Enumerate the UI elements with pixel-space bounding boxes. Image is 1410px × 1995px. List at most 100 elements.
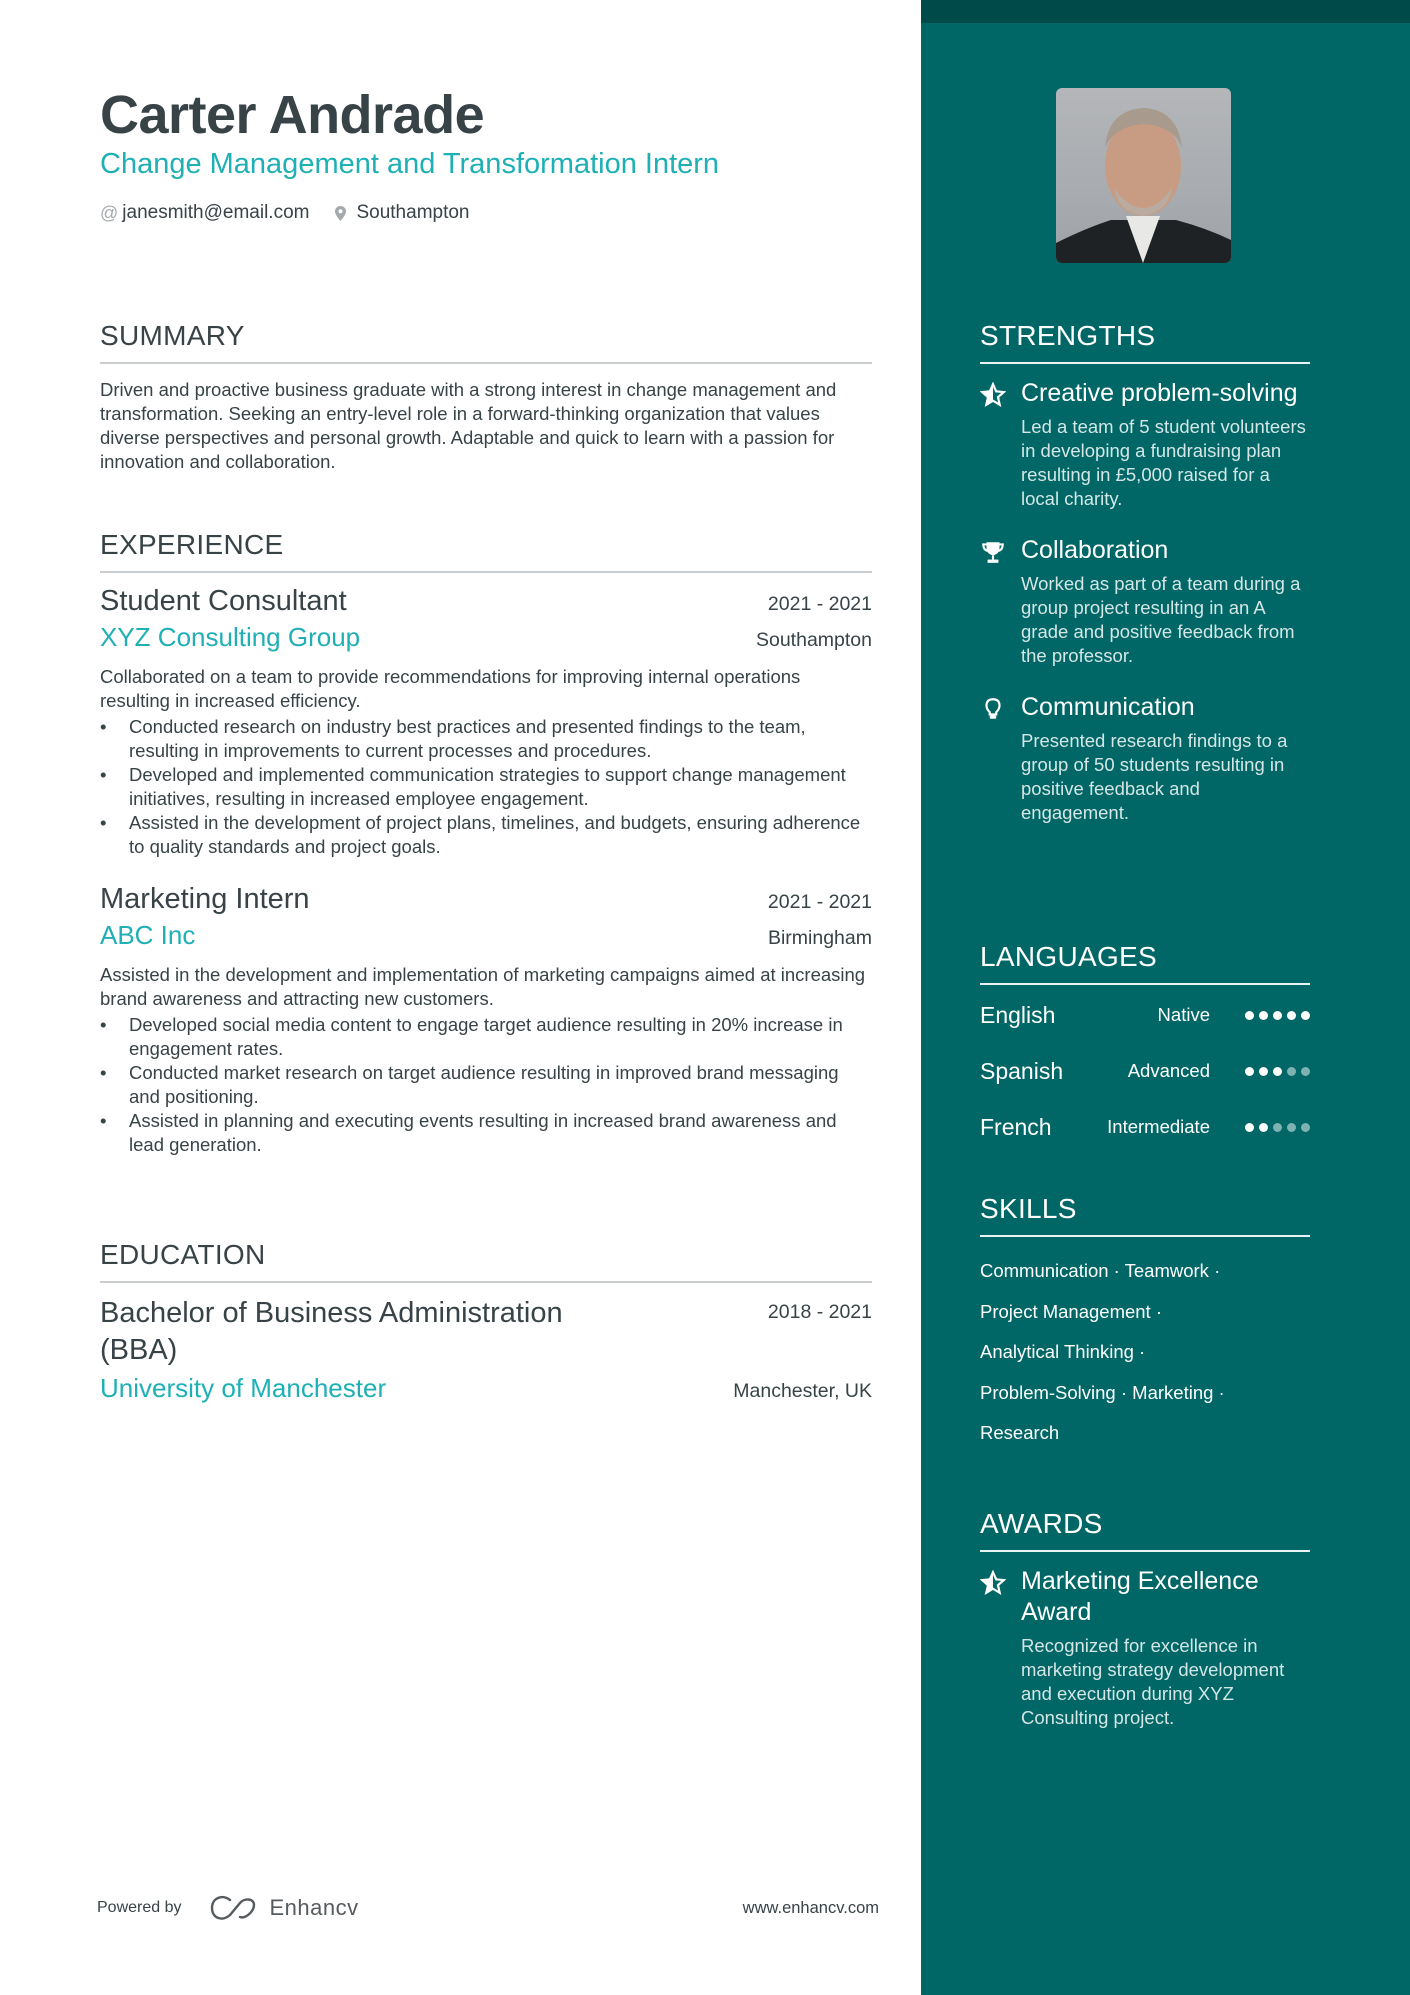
contact-info: @ janesmith@email.com Southampton xyxy=(100,202,492,224)
rating-dot-filled xyxy=(1245,1066,1254,1076)
skill-line: Research xyxy=(980,1422,1060,1443)
languages-list: English Native Spanish Advanced French I… xyxy=(980,987,1310,1155)
job-company: XYZ Consulting Group xyxy=(100,622,361,652)
footer: Powered by Enhancv www.enhancv.com xyxy=(97,1895,879,1921)
skill-line: Analytical Thinking · xyxy=(980,1341,1146,1362)
languages-heading: LANGUAGES xyxy=(980,941,1310,985)
sidebar-top-band xyxy=(921,0,1410,23)
rating-dot-filled xyxy=(1273,1066,1282,1076)
job-bullet: Assisted in planning and executing event… xyxy=(100,1109,872,1157)
strength-description: Led a team of 5 student volunteers in de… xyxy=(1021,416,1306,509)
skills-list: Communication · Teamwork · Project Manag… xyxy=(980,1251,1310,1454)
education-heading: EDUCATION xyxy=(100,1239,872,1283)
job-bullet: Developed and implemented communication … xyxy=(100,763,872,811)
language-item: Spanish Advanced xyxy=(980,1043,1310,1099)
job-company: ABC Inc xyxy=(100,920,196,950)
language-rating xyxy=(1240,1010,1310,1020)
trophy-icon xyxy=(982,542,1004,563)
awards-heading: AWARDS xyxy=(980,1508,1310,1552)
rating-dot-filled xyxy=(1245,1122,1254,1132)
degree: Bachelor of Business Administration (BBA… xyxy=(100,1297,563,1366)
skill-line: Problem-Solving · Marketing · xyxy=(980,1381,1225,1403)
rating-dot-filled xyxy=(1259,1122,1268,1132)
footer-url[interactable]: www.enhancv.com xyxy=(743,1899,879,1918)
profile-photo xyxy=(1056,88,1231,263)
summary-section: SUMMARY Driven and proactive business gr… xyxy=(100,320,872,474)
strength-item: Communication Presented research finding… xyxy=(980,692,1310,825)
job-entry: Student Consultant 2021 - 2021 XYZ Consu… xyxy=(100,585,872,859)
experience-heading: EXPERIENCE xyxy=(100,529,872,573)
candidate-title: Change Management and Transformation Int… xyxy=(100,148,720,180)
summary-heading: SUMMARY xyxy=(100,320,872,364)
job-title: Marketing Intern xyxy=(100,883,310,915)
education-dates: 2018 - 2021 xyxy=(767,1301,872,1323)
awards-section: AWARDS Marketing Excellence Award Recogn… xyxy=(980,1508,1310,1730)
resume-sidebar: STRENGTHS Creative problem-solving Led a… xyxy=(921,0,1410,1995)
skills-heading: SKILLS xyxy=(980,1193,1310,1237)
job-location: Southampton xyxy=(755,629,872,651)
language-rating xyxy=(1240,1122,1310,1132)
strength-title: Creative problem-solving xyxy=(1021,379,1298,407)
job-bullets: Conducted research on industry best prac… xyxy=(100,715,872,859)
job-dates: 2021 - 2021 xyxy=(767,593,872,615)
at-icon: @ xyxy=(100,202,119,223)
avatar-image xyxy=(1056,108,1231,263)
language-name: English xyxy=(980,1001,1056,1028)
job-bullet: Developed social media content to engage… xyxy=(100,1013,872,1061)
skill-line: Project Management · xyxy=(980,1300,1163,1322)
strength-item: Creative problem-solving Led a team of 5… xyxy=(980,378,1310,511)
strengths-section: STRENGTHS Creative problem-solving Led a… xyxy=(980,320,1310,825)
email-text: janesmith@email.com xyxy=(122,202,310,223)
job-dates: 2021 - 2021 xyxy=(767,891,872,913)
rating-dot-filled xyxy=(1287,1010,1296,1020)
strength-title: Communication xyxy=(1021,693,1195,721)
enhancv-logo[interactable]: Enhancv xyxy=(210,1895,359,1921)
resume-main-column: Carter Andrade Change Management and Tra… xyxy=(0,0,921,1995)
language-level: Intermediate xyxy=(1107,1116,1210,1137)
job-bullet: Conducted market research on target audi… xyxy=(100,1061,872,1109)
candidate-name: Carter Andrade xyxy=(100,85,485,145)
job-bullet: Assisted in the development of project p… xyxy=(100,811,872,859)
contact-email[interactable]: @ janesmith@email.com xyxy=(100,202,309,224)
experience-section: EXPERIENCE Student Consultant 2021 - 202… xyxy=(100,529,872,1157)
language-level: Advanced xyxy=(1127,1060,1210,1081)
language-level: Native xyxy=(1157,1004,1210,1025)
job-bullet: Conducted research on industry best prac… xyxy=(100,715,872,763)
contact-location: Southampton xyxy=(331,202,470,224)
lightbulb-icon xyxy=(985,698,1001,719)
summary-text: Driven and proactive business graduate w… xyxy=(100,379,837,472)
star-icon xyxy=(980,382,1006,407)
skills-section: SKILLS Communication · Teamwork · Projec… xyxy=(980,1193,1310,1454)
rating-dot-filled xyxy=(1301,1010,1310,1020)
skill-line: Communication · Teamwork · xyxy=(980,1260,1221,1281)
job-description: Assisted in the development and implemen… xyxy=(100,964,866,1009)
languages-section: LANGUAGES English Native Spanish Advance… xyxy=(980,941,1310,1155)
rating-dot-filled xyxy=(1273,1010,1282,1020)
rating-dot-filled xyxy=(1259,1010,1268,1020)
award-description: Recognized for excellence in marketing s… xyxy=(1021,1635,1285,1728)
rating-dot-filled xyxy=(1245,1010,1254,1020)
map-pin-icon xyxy=(335,205,347,221)
strength-item: Collaboration Worked as part of a team d… xyxy=(980,535,1310,668)
education-location: Manchester, UK xyxy=(733,1380,872,1402)
language-name: French xyxy=(980,1113,1052,1140)
location-text: Southampton xyxy=(356,202,470,223)
rating-dot-empty xyxy=(1287,1122,1296,1132)
education-entry: Bachelor of Business Administration (BBA… xyxy=(100,1295,872,1404)
job-location: Birmingham xyxy=(767,927,872,949)
job-title: Student Consultant xyxy=(100,585,347,617)
award-title: Marketing Excellence Award xyxy=(1021,1567,1259,1626)
rating-dot-empty xyxy=(1301,1066,1310,1076)
strengths-heading: STRENGTHS xyxy=(980,320,1310,364)
rating-dot-empty xyxy=(1301,1122,1310,1132)
education-section: EDUCATION Bachelor of Business Administr… xyxy=(100,1239,872,1404)
brand-name: Enhancv xyxy=(269,1895,359,1920)
award-item: Marketing Excellence Award Recognized fo… xyxy=(980,1566,1310,1730)
strength-title: Collaboration xyxy=(1021,536,1169,564)
school: University of Manchester xyxy=(100,1373,387,1403)
job-description: Collaborated on a team to provide recomm… xyxy=(100,666,801,711)
job-entry: Marketing Intern 2021 - 2021 ABC Inc Bir… xyxy=(100,883,872,1157)
language-name: Spanish xyxy=(980,1057,1064,1084)
job-bullets: Developed social media content to engage… xyxy=(100,1013,872,1157)
language-rating xyxy=(1240,1066,1310,1076)
